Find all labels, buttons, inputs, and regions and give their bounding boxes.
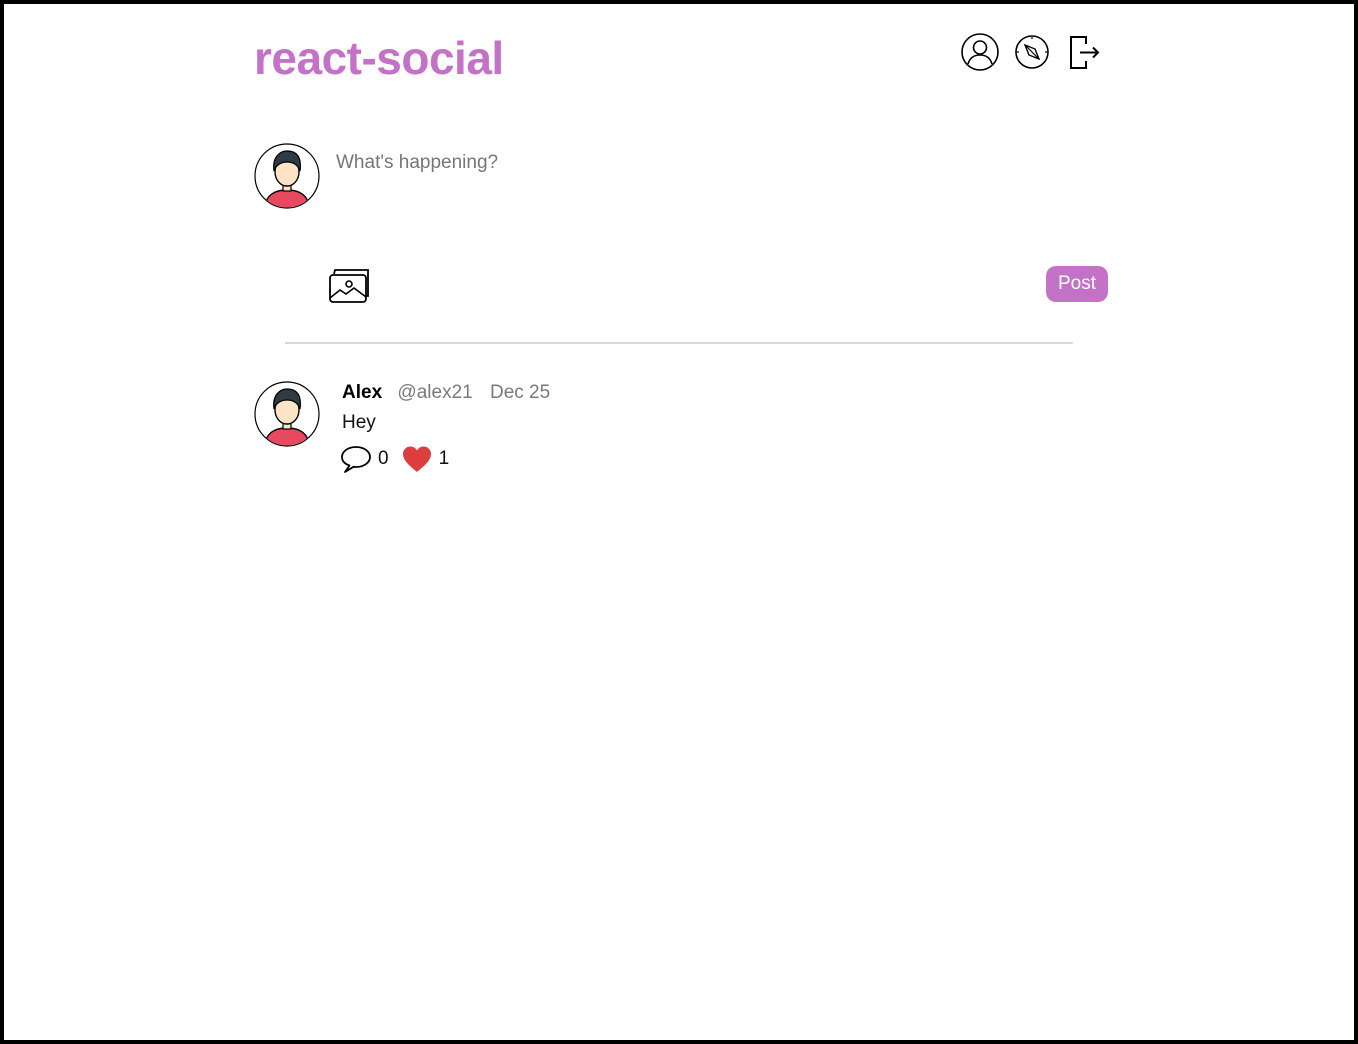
post-body: Hey [342, 412, 376, 433]
profile-nav-button[interactable] [960, 32, 1000, 72]
compass-explore-icon [1015, 35, 1049, 69]
avatar-icon [254, 381, 320, 447]
explore-nav-button[interactable] [1012, 32, 1052, 72]
add-media-button[interactable] [326, 266, 372, 306]
post-button[interactable]: Post [1046, 266, 1108, 302]
comment-icon [341, 446, 371, 473]
composer-avatar[interactable] [254, 143, 320, 209]
post-actions: 0 1 [340, 444, 449, 474]
avatar-icon [254, 143, 320, 209]
post-author-handle[interactable]: @alex21 [397, 382, 472, 403]
comment-count: 0 [378, 448, 389, 469]
logout-nav-button[interactable] [1064, 32, 1104, 72]
main-column: react-social What's happening? Post Alex… [254, 4, 1108, 1040]
top-nav [960, 32, 1104, 72]
like-count: 1 [438, 448, 450, 469]
app-window: react-social What's happening? Post Alex… [4, 4, 1354, 1040]
comment-button[interactable]: 0 [340, 444, 389, 474]
like-button[interactable]: 1 [401, 445, 450, 473]
logout-icon [1070, 36, 1100, 69]
post-meta: Alex @alex21 Dec 25 [342, 382, 550, 404]
whats-happening-input[interactable] [334, 148, 1098, 246]
composer-divider [285, 342, 1073, 344]
post-date: Dec 25 [489, 382, 551, 403]
app-logo[interactable]: react-social [254, 30, 504, 86]
image-gallery-icon [329, 269, 369, 303]
heart-filled-icon [402, 446, 431, 472]
user-profile-icon [961, 33, 999, 71]
post-author-name[interactable]: Alex [342, 382, 382, 403]
post-author-avatar[interactable] [254, 381, 320, 447]
